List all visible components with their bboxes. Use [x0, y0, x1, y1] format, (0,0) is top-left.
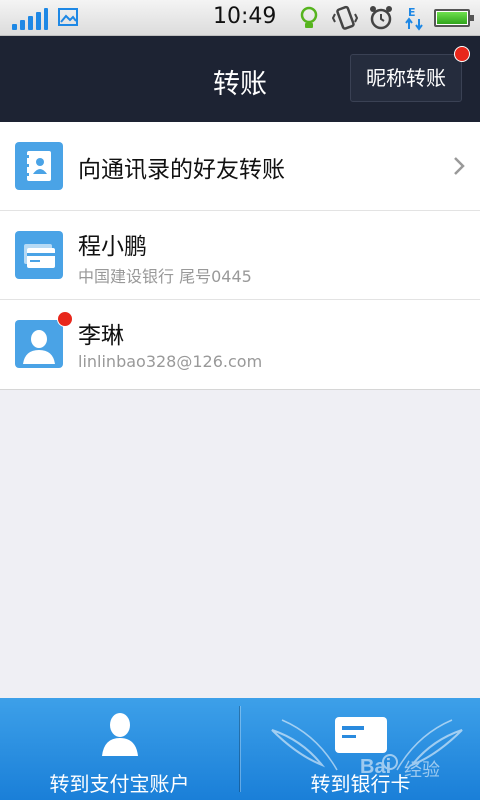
contact-name: 程小鹏 — [78, 234, 147, 260]
watermark-brand: Bai — [360, 756, 392, 778]
list-item[interactable]: 程小鹏 中国建设银行 尾号0445 — [0, 211, 480, 300]
status-bar: 10:49 E — [0, 0, 480, 36]
status-time: 10:49 — [213, 4, 277, 29]
transfer-to-alipay-button[interactable]: 转到支付宝账户 — [0, 698, 239, 800]
svg-text:E: E — [408, 6, 416, 19]
image-notification-icon — [58, 8, 78, 26]
person-icon — [101, 713, 138, 756]
title-bar: 转账 昵称转账 — [0, 36, 480, 122]
new-contact-badge — [57, 311, 73, 327]
alarm-icon — [370, 6, 392, 30]
battery-icon — [434, 9, 474, 27]
vibrate-icon — [332, 5, 358, 30]
signal-icon — [12, 8, 48, 30]
transfer-list: 向通讯录的好友转账 程小鹏 中国建设银行 尾号0445 李琳 linlinbao… — [0, 122, 480, 390]
list-item[interactable]: 李琳 linlinbao328@126.com — [0, 300, 480, 389]
contacts-transfer-row[interactable]: 向通讯录的好友转账 — [0, 122, 480, 211]
data-transfer-icon: E — [405, 6, 423, 31]
watermark-suffix: 经验 — [404, 760, 440, 781]
bank-card-icon — [15, 231, 63, 279]
transfer-to-alipay-label: 转到支付宝账户 — [49, 772, 190, 796]
contact-detail: linlinbao328@126.com — [78, 352, 263, 371]
lightbulb-icon — [300, 6, 318, 28]
chevron-right-icon — [454, 157, 465, 175]
contact-name: 李琳 — [78, 323, 124, 349]
baidu-watermark: Bai 经验 — [262, 710, 472, 790]
bottom-action-bar: 转到支付宝账户 转到银行卡 Bai 经验 — [0, 698, 480, 800]
contacts-transfer-label: 向通讯录的好友转账 — [78, 157, 285, 183]
notification-badge — [454, 46, 470, 62]
tab-divider — [239, 706, 240, 792]
person-icon — [15, 320, 63, 368]
contact-detail: 中国建设银行 尾号0445 — [78, 267, 252, 286]
address-book-icon — [15, 142, 63, 190]
nickname-transfer-button[interactable]: 昵称转账 — [350, 54, 462, 102]
